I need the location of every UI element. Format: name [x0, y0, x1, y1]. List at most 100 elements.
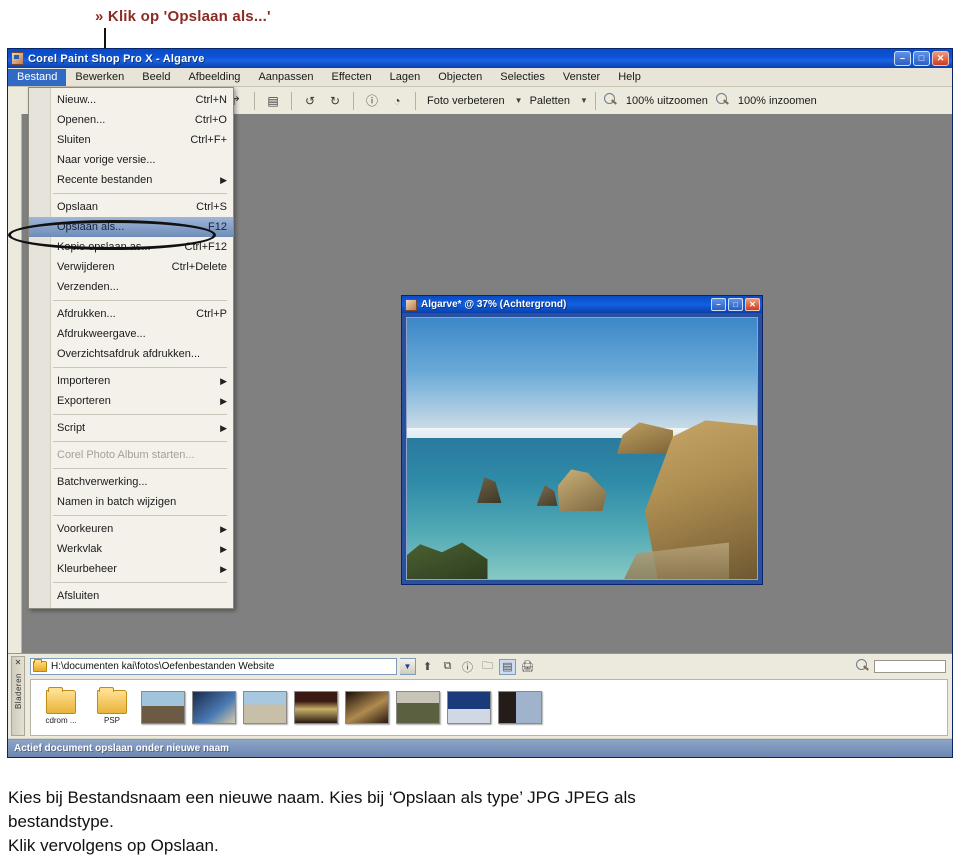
minimize-button[interactable]: – [894, 51, 911, 66]
chevron-right-icon: ▶ [220, 422, 227, 433]
chevron-down-icon[interactable]: ▼ [580, 96, 588, 105]
print-icon[interactable]: 🖨 [519, 659, 536, 675]
thumbnail-item[interactable] [243, 691, 287, 724]
chevron-down-icon[interactable]: ▼ [515, 96, 523, 105]
menu-item-label: Namen in batch wijzigen [57, 496, 177, 508]
photo-enhance-button[interactable]: Foto verbeteren [423, 95, 509, 107]
file-menu-item-corel-photo-album-starten: Corel Photo Album starten... [29, 445, 233, 465]
toolbar-separator [291, 91, 292, 110]
duplicate-icon[interactable]: ▤ [262, 90, 284, 111]
file-menu-item-openen[interactable]: Openen... Ctrl+O [29, 110, 233, 130]
file-menu-item-exporteren[interactable]: Exporteren ▶ [29, 391, 233, 411]
menu-item-label: Afsluiten [57, 590, 100, 602]
copy-icon[interactable]: ⧉ [439, 659, 456, 675]
file-menu-dropdown[interactable]: Nieuw... Ctrl+N Openen... Ctrl+O Sluiten Ctrl… [28, 87, 234, 609]
path-dropdown-button[interactable]: ▼ [400, 658, 416, 675]
window-title: Corel Paint Shop Pro X - Algarve [28, 52, 205, 65]
path-input[interactable]: H:\documenten kai\fotos\Oefenbestanden W… [30, 658, 397, 675]
menu-item-lagen[interactable]: Lagen [381, 69, 430, 86]
toolbar-separator [254, 91, 255, 110]
psp-app-icon [11, 52, 24, 65]
menu-item-objecten[interactable]: Objecten [429, 69, 491, 86]
histogram-icon[interactable]: ◔ [386, 90, 408, 111]
zoom-in-icon[interactable] [715, 93, 731, 108]
palettes-button[interactable]: Paletten [526, 95, 574, 107]
zoom-in-button[interactable]: 100% inzoomen [734, 95, 821, 107]
search-input[interactable] [874, 660, 946, 673]
thumbnail-item[interactable] [447, 691, 491, 724]
file-menu-item-overzichtsafdruk-afdrukken[interactable]: Overzichtsafdruk afdrukken... [29, 344, 233, 364]
close-button[interactable]: ✕ [932, 51, 949, 66]
file-menu-item-voorkeuren[interactable]: Voorkeuren ▶ [29, 519, 233, 539]
menu-item-shortcut: F12 [208, 221, 227, 233]
left-tool-dock[interactable] [8, 114, 22, 653]
browser-vertical-tab[interactable]: ✕ Bladeren [11, 656, 25, 736]
rotate-right-icon[interactable]: ↻ [324, 90, 346, 111]
menu-item-bestand[interactable]: Bestand [8, 68, 67, 86]
info-icon[interactable]: ⓘ [361, 90, 383, 111]
rotate-left-icon[interactable]: ↺ [299, 90, 321, 111]
info-icon[interactable]: ⓘ [459, 659, 476, 675]
file-menu-item-kleurbeheer[interactable]: Kleurbeheer ▶ [29, 559, 233, 579]
thumbnail-image [499, 692, 541, 723]
new-folder-icon[interactable]: 🗀 [479, 659, 496, 675]
menu-item-label: Overzichtsafdruk afdrukken... [57, 348, 201, 360]
menu-item-label: Batchverwerking... [57, 476, 148, 488]
menu-item-bewerken[interactable]: Bewerken [66, 69, 133, 86]
file-menu-item-sluiten[interactable]: Sluiten Ctrl+F+ [29, 130, 233, 150]
page-root: » Klik op 'Opslaan als...' Corel Paint S… [0, 0, 960, 858]
menu-item-selecties[interactable]: Selecties [491, 69, 554, 86]
document-window[interactable]: Algarve* @ 37% (Achtergrond) – □ ✕ [401, 295, 763, 585]
menu-item-beeld[interactable]: Beeld [133, 69, 179, 86]
file-menu-item-batchverwerking[interactable]: Batchverwerking... [29, 472, 233, 492]
file-menu-item-nieuw[interactable]: Nieuw... Ctrl+N [29, 90, 233, 110]
document-maximize-button[interactable]: □ [728, 298, 743, 311]
file-menu-item-importeren[interactable]: Importeren ▶ [29, 371, 233, 391]
thumbnail-item[interactable] [345, 691, 389, 724]
menu-item-afbeelding[interactable]: Afbeelding [179, 69, 249, 86]
chevron-right-icon: ▶ [220, 395, 227, 406]
browser-folder[interactable]: cdrom ... [39, 687, 83, 725]
menu-item-effecten[interactable]: Effecten [322, 69, 380, 86]
menu-item-aanpassen[interactable]: Aanpassen [249, 69, 322, 86]
menu-item-label: Werkvlak [57, 543, 103, 555]
document-close-button[interactable]: ✕ [745, 298, 760, 311]
file-menu-item-opslaan-als[interactable]: Opslaan als... F12 [29, 217, 233, 237]
zoom-out-icon[interactable] [603, 93, 619, 108]
thumbnail-image [397, 692, 439, 723]
menu-item-help[interactable]: Help [609, 69, 650, 86]
search-icon[interactable] [855, 659, 871, 674]
thumbnail-item[interactable] [192, 691, 236, 724]
thumbnail-item[interactable] [294, 691, 338, 724]
close-icon[interactable]: ✕ [15, 658, 22, 667]
thumbnail-view-icon[interactable]: ▤ [499, 658, 516, 675]
menu-item-label: Kopie opslaan as... [57, 241, 151, 253]
file-menu-item-opslaan[interactable]: Opslaan Ctrl+S [29, 197, 233, 217]
maximize-button[interactable]: □ [913, 51, 930, 66]
thumbnail-image [142, 692, 184, 723]
menu-item-venster[interactable]: Venster [554, 69, 609, 86]
file-menu-item-afdrukweergave[interactable]: Afdrukweergave... [29, 324, 233, 344]
menu-separator [53, 414, 227, 415]
file-menu-item-script[interactable]: Script ▶ [29, 418, 233, 438]
folder-label: cdrom ... [45, 716, 77, 725]
file-menu-item-namen-in-batch-wijzigen[interactable]: Namen in batch wijzigen [29, 492, 233, 512]
up-folder-icon[interactable]: ⬆ [419, 659, 436, 675]
file-menu-item-werkvlak[interactable]: Werkvlak ▶ [29, 539, 233, 559]
browser-folder[interactable]: PSP [90, 687, 134, 725]
file-menu-item-naar-vorige-versie[interactable]: Naar vorige versie... [29, 150, 233, 170]
thumbnail-strip[interactable]: cdrom ... PSP [30, 679, 948, 736]
zoom-out-button[interactable]: 100% uitzoomen [622, 95, 712, 107]
application-window: Corel Paint Shop Pro X - Algarve – □ ✕ B… [7, 48, 953, 758]
thumbnail-item[interactable] [498, 691, 542, 724]
file-menu-item-verzenden[interactable]: Verzenden... [29, 277, 233, 297]
file-menu-item-kopie-opslaan-as[interactable]: Kopie opslaan as... Ctrl+F12 [29, 237, 233, 257]
thumbnail-item[interactable] [141, 691, 185, 724]
file-menu-item-afdrukken[interactable]: Afdrukken... Ctrl+P [29, 304, 233, 324]
window-titlebar: Corel Paint Shop Pro X - Algarve – □ ✕ [8, 49, 952, 68]
file-menu-item-verwijderen[interactable]: Verwijderen Ctrl+Delete [29, 257, 233, 277]
file-menu-item-afsluiten[interactable]: Afsluiten [29, 586, 233, 606]
file-menu-item-recente-bestanden[interactable]: Recente bestanden ▶ [29, 170, 233, 190]
document-minimize-button[interactable]: – [711, 298, 726, 311]
thumbnail-item[interactable] [396, 691, 440, 724]
